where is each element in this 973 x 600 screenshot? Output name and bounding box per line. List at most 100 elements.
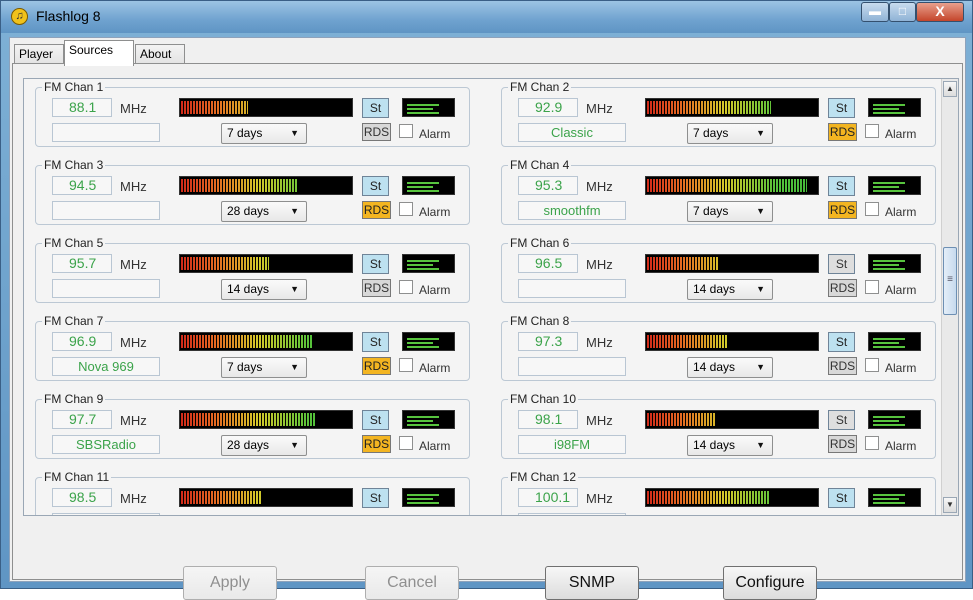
frequency-field[interactable]: 96.5	[518, 254, 578, 273]
log-duration-value: 14 days	[227, 282, 270, 296]
scroll-up-arrow-icon[interactable]: ▲	[943, 81, 957, 97]
stereo-indicator[interactable]: St	[362, 488, 389, 508]
alarm-checkbox[interactable]	[865, 436, 879, 450]
channel-group: FM Chan 7 96.9 MHz Nova 969 7 days ▼ St RDS Alar…	[35, 314, 470, 381]
alarm-checkbox[interactable]	[399, 124, 413, 138]
level-bar	[873, 494, 905, 496]
station-name-field[interactable]	[52, 201, 160, 220]
snmp-button[interactable]: SNMP	[545, 566, 639, 600]
log-duration-select[interactable]: 14 days ▼	[687, 435, 773, 456]
mhz-label: MHz	[586, 335, 613, 350]
rds-indicator[interactable]: RDS	[362, 357, 391, 375]
station-name-field[interactable]: Nova 969	[52, 357, 160, 376]
rds-indicator[interactable]: RDS	[362, 201, 391, 219]
level-bar	[873, 268, 905, 270]
frequency-field[interactable]: 97.3	[518, 332, 578, 351]
rds-indicator[interactable]: RDS	[362, 279, 391, 297]
stereo-indicator[interactable]: St	[828, 488, 855, 508]
title-bar[interactable]: ♫ Flashlog 8 ▬ □ X	[1, 1, 972, 33]
cancel-button[interactable]: Cancel	[365, 566, 459, 600]
station-name-field[interactable]: SBSRadio	[52, 435, 160, 454]
stereo-indicator[interactable]: St	[828, 332, 855, 352]
log-duration-select[interactable]: 28 days ▼	[221, 435, 307, 456]
log-duration-value: 7 days	[693, 204, 729, 218]
tab-player[interactable]: Player	[14, 44, 64, 64]
rds-indicator[interactable]: RDS	[828, 123, 857, 141]
station-name-field[interactable]	[518, 279, 626, 298]
alarm-checkbox[interactable]	[399, 358, 413, 372]
mhz-label: MHz	[586, 413, 613, 428]
log-duration-select[interactable]: 14 days ▼	[221, 279, 307, 300]
station-name-field[interactable]	[52, 123, 160, 142]
audio-level-meter	[868, 254, 921, 273]
station-name-field[interactable]: smoothfm	[518, 201, 626, 220]
stereo-indicator[interactable]: St	[828, 176, 855, 196]
alarm-label: Alarm	[419, 283, 451, 297]
stereo-indicator[interactable]: St	[362, 332, 389, 352]
frequency-field[interactable]: 95.7	[52, 254, 112, 273]
frequency-field[interactable]: 92.9	[518, 98, 578, 117]
station-name-field[interactable]	[52, 279, 160, 298]
alarm-checkbox[interactable]	[865, 280, 879, 294]
stereo-indicator[interactable]: St	[828, 98, 855, 118]
signal-meter	[645, 176, 819, 195]
frequency-field[interactable]: 97.7	[52, 410, 112, 429]
rds-indicator[interactable]: RDS	[828, 201, 857, 219]
rds-indicator[interactable]: RDS	[362, 123, 391, 141]
stereo-indicator[interactable]: St	[362, 254, 389, 274]
stereo-indicator[interactable]: St	[828, 254, 855, 274]
log-duration-select[interactable]: 28 days ▼	[221, 201, 307, 222]
frequency-field[interactable]: 96.9	[52, 332, 112, 351]
frequency-field[interactable]: 100.1	[518, 488, 578, 507]
channel-title: FM Chan 8	[508, 314, 572, 328]
station-name-field[interactable]	[518, 357, 626, 376]
frequency-field[interactable]: 88.1	[52, 98, 112, 117]
frequency-field[interactable]: 98.1	[518, 410, 578, 429]
close-button[interactable]: X	[916, 2, 964, 22]
station-name-field[interactable]	[518, 513, 626, 515]
stereo-indicator[interactable]: St	[828, 410, 855, 430]
tab-about[interactable]: About	[135, 44, 185, 64]
channel-group: FM Chan 3 94.5 MHz 28 days ▼ St RDS Alarm	[35, 158, 470, 225]
stereo-indicator[interactable]: St	[362, 176, 389, 196]
alarm-label: Alarm	[419, 439, 451, 453]
frequency-field[interactable]: 94.5	[52, 176, 112, 195]
scroll-thumb[interactable]: ≡	[943, 247, 957, 315]
log-duration-select[interactable]: 7 days ▼	[221, 123, 307, 144]
level-bar	[873, 342, 899, 344]
alarm-checkbox[interactable]	[399, 202, 413, 216]
log-duration-select[interactable]: 14 days ▼	[687, 279, 773, 300]
vertical-scrollbar[interactable]: ▲ ≡ ▼	[941, 79, 958, 515]
configure-button[interactable]: Configure	[723, 566, 817, 600]
scroll-down-arrow-icon[interactable]: ▼	[943, 497, 957, 513]
rds-indicator[interactable]: RDS	[828, 279, 857, 297]
log-duration-select[interactable]: 7 days ▼	[221, 357, 307, 378]
rds-indicator[interactable]: RDS	[828, 435, 857, 453]
stereo-indicator[interactable]: St	[362, 98, 389, 118]
frequency-field[interactable]: 95.3	[518, 176, 578, 195]
alarm-checkbox[interactable]	[399, 280, 413, 294]
tab-sources[interactable]: Sources	[64, 40, 134, 66]
alarm-checkbox[interactable]	[865, 202, 879, 216]
channel-group: FM Chan 1 88.1 MHz 7 days ▼ St RDS Alarm	[35, 80, 470, 147]
channel-scroll-area[interactable]: FM Chan 1 88.1 MHz 7 days ▼ St RDS Alarm FM Chan…	[23, 78, 959, 516]
alarm-checkbox[interactable]	[865, 124, 879, 138]
rds-indicator[interactable]: RDS	[362, 435, 391, 453]
apply-button[interactable]: Apply	[183, 566, 277, 600]
rds-indicator[interactable]: RDS	[828, 357, 857, 375]
station-name-field[interactable]: Classic	[518, 123, 626, 142]
alarm-checkbox[interactable]	[865, 358, 879, 372]
minimize-button[interactable]: ▬	[861, 2, 889, 22]
station-name-field[interactable]	[52, 513, 160, 515]
maximize-button[interactable]: □	[889, 2, 916, 22]
stereo-indicator[interactable]: St	[362, 410, 389, 430]
log-duration-select[interactable]: 14 days ▼	[687, 357, 773, 378]
log-duration-select[interactable]: 7 days ▼	[687, 201, 773, 222]
chevron-down-icon: ▼	[290, 284, 299, 294]
audio-level-meter	[868, 176, 921, 195]
level-bar	[873, 416, 905, 418]
station-name-field[interactable]: i98FM	[518, 435, 626, 454]
log-duration-select[interactable]: 7 days ▼	[687, 123, 773, 144]
frequency-field[interactable]: 98.5	[52, 488, 112, 507]
alarm-checkbox[interactable]	[399, 436, 413, 450]
